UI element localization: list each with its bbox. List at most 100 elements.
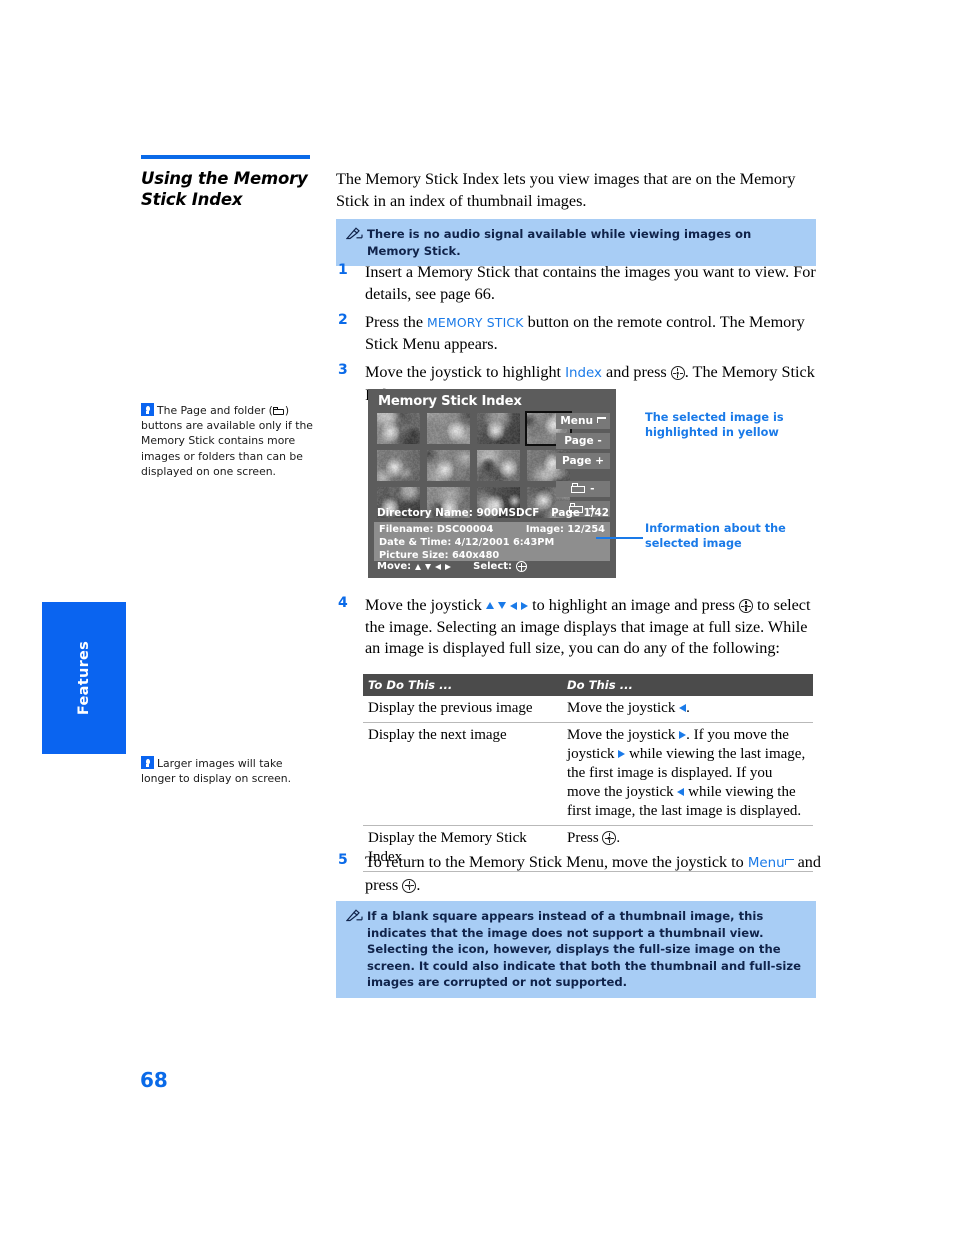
row2-text-a: Move the joystick (567, 727, 680, 743)
step-5-text-c: . (416, 875, 421, 894)
step-number: 2 (338, 312, 348, 328)
table-cell-dothis: Move the joystick . (562, 696, 813, 723)
right-arrow-icon (445, 563, 452, 570)
intro-paragraph: The Memory Stick Index lets you view ima… (336, 170, 796, 210)
step-4-text-b: to highlight an image and press (528, 596, 739, 614)
index-menu-ref: Index (565, 366, 602, 381)
step-3-text-b: and press (601, 363, 671, 381)
table-header-todo: To Do This ... (363, 674, 562, 696)
down-arrow-icon (425, 563, 432, 570)
tv-menu-label: Menu (560, 415, 594, 427)
step-body: Insert a Memory Stick that contains the … (365, 262, 824, 305)
step-5-text-a: To return to the Memory Stick Menu, move… (365, 853, 748, 871)
left-arrow-icon (435, 563, 442, 570)
row1-text-a: Move the joystick (567, 700, 680, 716)
row3-text-a: Press (567, 830, 603, 846)
step-body: Press the MEMORY STICK button on the rem… (365, 312, 824, 355)
note-pen-icon (346, 227, 363, 240)
select-button-icon (738, 599, 753, 613)
menu-ref: Menu (747, 856, 785, 871)
steps-list-continued: 4 Move the joystick to highlight an imag… (336, 595, 824, 667)
step-number: 1 (338, 262, 348, 278)
step-number: 3 (338, 362, 348, 378)
table-header-dothis: Do This ... (562, 674, 813, 696)
lightbulb-icon (141, 403, 154, 416)
table-cell-todo: Display the next image (363, 722, 562, 826)
table-cell-dothis: Move the joystick . If you move the joys… (562, 722, 813, 826)
tip-2-text: Larger images will take longer to displa… (141, 757, 292, 786)
note-text: If a blank square appears instead of a t… (367, 909, 801, 989)
section-rule (141, 155, 310, 159)
note-pen-icon (346, 909, 363, 922)
return-arrow-icon (596, 417, 606, 425)
thumbnail-item[interactable] (427, 450, 470, 481)
sidebar-tab-features: Features (42, 602, 126, 754)
note-box-blank-square: If a blank square appears instead of a t… (336, 901, 816, 998)
step-3-text-a: Move the joystick to highlight (365, 363, 566, 381)
tip-1-pre: The Page and folder ( (157, 404, 273, 417)
step-4-text-a: Move the joystick (365, 596, 486, 614)
table-row: Display the previous image Move the joys… (363, 696, 813, 723)
callout-selected-image: The selected image is highlighted in yel… (645, 411, 784, 439)
down-arrow-icon (498, 602, 506, 609)
tv-page-plus-button[interactable]: Page + (556, 453, 610, 469)
tv-move-label: Move: (377, 561, 412, 572)
step-2-text-a: Press the (365, 313, 428, 331)
step-body: To return to the Memory Stick Menu, move… (365, 852, 824, 896)
memory-stick-index-screen: Memory Stick Index Menu Page - Page + - … (368, 389, 616, 578)
thumbnail-item[interactable] (377, 413, 420, 444)
thumbnail-item[interactable] (477, 450, 520, 481)
tv-page-indicator: Page 1/42 (551, 507, 609, 519)
table-cell-todo: Display the previous image (363, 696, 562, 723)
tv-directory-line: Directory Name: 900MSDCF Page 1/42 (377, 507, 609, 519)
up-arrow-icon (485, 602, 494, 609)
page-title: Using the Memory Stick Index (141, 169, 308, 209)
thumbnail-item[interactable] (477, 413, 520, 444)
left-arrow-icon (510, 602, 518, 610)
tv-page-minus-button[interactable]: Page - (556, 433, 610, 449)
tv-screen-title: Memory Stick Index (378, 394, 522, 409)
tv-folder-minus-label: - (590, 483, 595, 495)
tip-page-and-folder: The Page and folder () buttons are avail… (141, 403, 313, 479)
step-1-text: Insert a Memory Stick that contains the … (365, 263, 816, 303)
tv-menu-button[interactable]: Menu (556, 413, 610, 429)
tip-larger-images: Larger images will take longer to displa… (141, 756, 313, 786)
tv-button-column: Menu Page - Page + - + (556, 413, 610, 521)
step-number: 5 (338, 852, 348, 868)
thumbnail-grid (377, 411, 572, 518)
lightbulb-icon (141, 756, 154, 769)
table-header-row: To Do This ... Do This ... (363, 674, 813, 696)
step-number: 4 (338, 595, 348, 611)
row3-text-b: . (616, 830, 621, 846)
sidebar-tab-label: Features (76, 640, 92, 716)
select-button-icon (670, 366, 685, 380)
thumbnail-item[interactable] (427, 413, 470, 444)
thumbnail-item[interactable] (377, 450, 420, 481)
up-arrow-icon (415, 563, 422, 570)
step-1: 1 Insert a Memory Stick that contains th… (336, 262, 824, 305)
folder-icon (571, 483, 586, 493)
memory-stick-button-ref: MEMORY STICK (427, 315, 524, 330)
note-text: There is no audio signal available while… (367, 227, 752, 258)
step-5: 5 To return to the Memory Stick Menu, mo… (336, 852, 824, 896)
tv-hint-bar: Move: Select: (377, 561, 528, 572)
tv-info-panel: Filename: DSC00004 Image: 12/254 Date & … (374, 522, 610, 561)
select-button-icon (602, 831, 617, 845)
step-body: Move the joystick to highlight an image … (365, 595, 824, 660)
tv-info-datetime: Date & Time: 4/12/2001 6:43PM (379, 537, 555, 548)
callout-leader-line (596, 537, 643, 539)
return-arrow-icon (784, 859, 794, 867)
manual-page: Using the Memory Stick Index Features Th… (0, 0, 954, 1235)
step-4: 4 Move the joystick to highlight an imag… (336, 595, 824, 660)
tv-info-image-count: Image: 12/254 (525, 524, 605, 535)
callout-image-info: Information about the selected image (645, 522, 786, 550)
table-row: Display the next image Move the joystick… (363, 722, 813, 826)
page-number: 68 (140, 1068, 168, 1092)
folder-icon (272, 407, 285, 416)
actions-table: To Do This ... Do This ... Display the p… (363, 674, 813, 872)
row1-text-b: . (686, 700, 690, 716)
tv-folder-minus-button[interactable]: - (556, 481, 610, 497)
note-box-audio: There is no audio signal available while… (336, 219, 816, 266)
tv-directory-name: Directory Name: 900MSDCF (377, 507, 540, 519)
tv-select-label: Select: (473, 561, 513, 572)
